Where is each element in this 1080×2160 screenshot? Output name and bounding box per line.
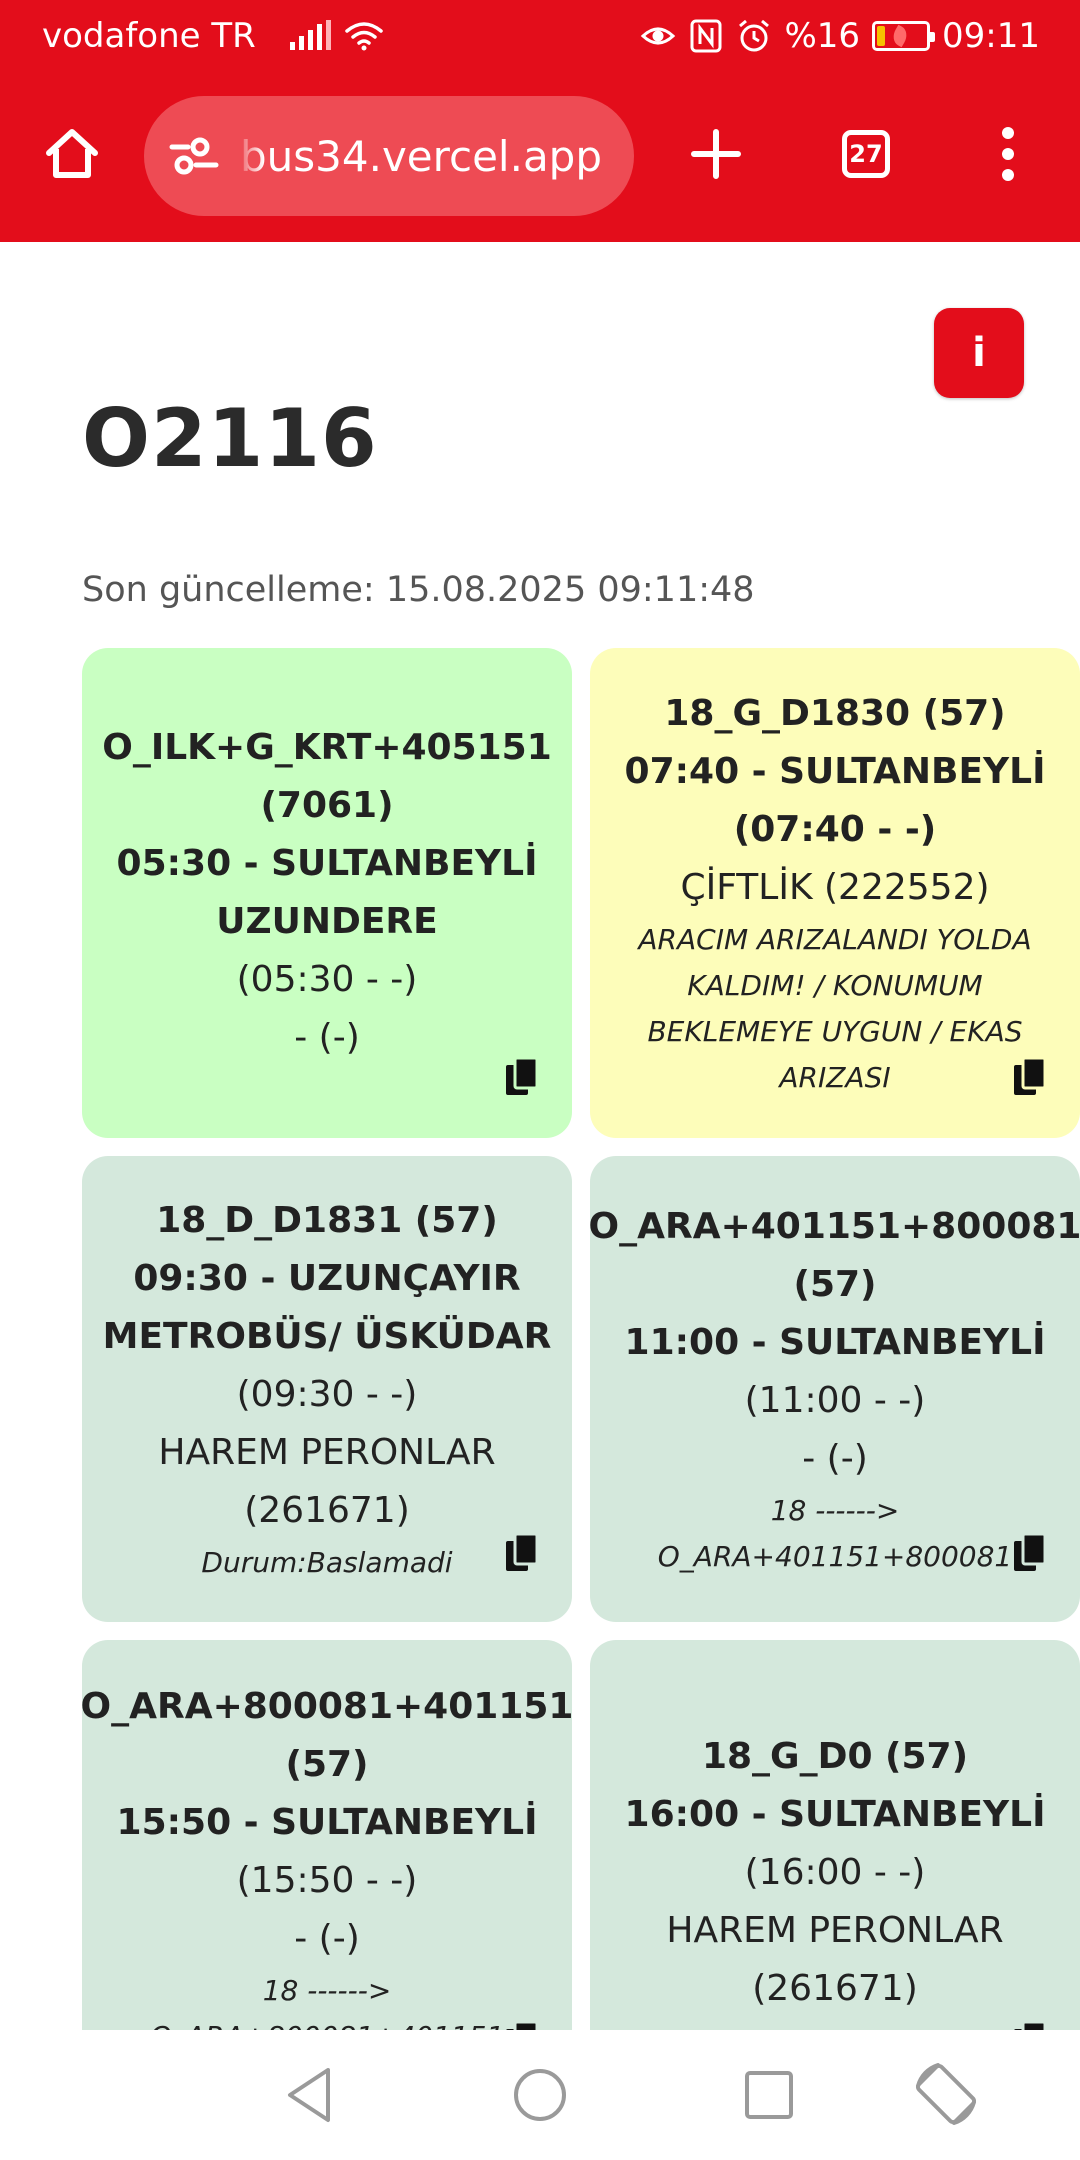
recents-icon[interactable] — [734, 2060, 804, 2130]
trip-card-title-line: (57) — [285, 1744, 369, 1785]
eye-icon — [641, 27, 676, 45]
trip-card-note: KALDIM! / KONUMUM — [687, 969, 983, 1002]
copy-icon[interactable] — [504, 1056, 540, 1098]
trip-card-title-line: 16:00 - SULTANBEYLİ — [624, 1794, 1046, 1835]
battery-icon — [872, 21, 936, 51]
trip-card-detail-line: (09:30 - -) — [236, 1374, 418, 1415]
status-right-group: %16 09:11 — [640, 16, 1040, 56]
browser-toolbar: bus34.vercel.app 27 — [0, 76, 1080, 242]
trip-card-title-line: (07:40 - -) — [733, 809, 937, 850]
home-circle-icon[interactable] — [505, 2060, 575, 2130]
trip-card-note: BEKLEMEYE UYGUN / EKAS — [647, 1015, 1023, 1048]
trip-card-note: 18 ------> — [262, 1974, 392, 2007]
trip-card-note: Durum:Baslamadi — [201, 1546, 453, 1579]
trip-card-title-line: 18_G_D1830 (57) — [664, 693, 1006, 734]
copy-icon[interactable] — [1012, 1056, 1048, 1098]
page-title: O2116 — [82, 392, 378, 485]
plus-icon — [691, 129, 741, 179]
address-bar[interactable]: bus34.vercel.app — [144, 96, 634, 216]
tabs-icon: 27 — [842, 130, 890, 178]
copy-icon[interactable] — [1012, 1532, 1048, 1574]
new-tab-button[interactable] — [676, 114, 756, 194]
home-button[interactable] — [36, 118, 108, 190]
trip-card-detail-line: - (-) — [294, 1918, 360, 1959]
navigation-bar — [0, 2030, 1080, 2160]
trip-card-title-line: UZUNDERE — [216, 901, 438, 942]
trip-card-title-line: 15:50 - SULTANBEYLİ — [116, 1802, 538, 1843]
trip-card-detail-line: (11:00 - -) — [744, 1380, 926, 1421]
trip-card-note: ARACIM ARIZALANDI YOLDA — [638, 923, 1032, 956]
trip-card-note: ARIZASI — [779, 1061, 891, 1094]
trip-card-detail-line: - (-) — [802, 1438, 868, 1479]
info-icon: i — [972, 330, 986, 376]
carrier-group: vodafone TR — [42, 16, 383, 56]
trip-card-detail-line: HAREM PERONLAR — [666, 1910, 1004, 1951]
trip-card-title-line: 09:30 - UZUNÇAYIR — [133, 1258, 521, 1299]
signal-icon — [289, 20, 331, 50]
trip-card-title-line: 05:30 - SULTANBEYLİ — [116, 843, 538, 884]
more-vert-icon[interactable] — [968, 114, 1048, 194]
trip-card-title-line: METROBÜS/ ÜSKÜDAR — [102, 1316, 552, 1357]
wifi-icon — [345, 22, 383, 51]
trip-card-detail-line: (261671) — [244, 1490, 410, 1531]
trip-card-detail-line: ÇİFTLİK (222552) — [680, 867, 990, 908]
trip-card[interactable]: O_ARA+401151+800081 (57) 11:00 - SULTANBEY… — [590, 1156, 1080, 1622]
trip-card-detail-line: (261671) — [752, 1968, 918, 2009]
trip-card-title-line: 07:40 - SULTANBEYLİ — [624, 751, 1046, 792]
trip-card-detail-line: HAREM PERONLAR — [158, 1432, 496, 1473]
url-text[interactable]: bus34.vercel.app — [236, 132, 602, 181]
back-icon[interactable] — [274, 2060, 344, 2130]
trip-card[interactable]: O_ILK+G_KRT+405151 (7061) 05:30 - SULTANBE… — [82, 648, 572, 1138]
info-button[interactable]: i — [934, 308, 1024, 398]
trip-card-detail-line: (15:50 - -) — [236, 1860, 418, 1901]
trip-card[interactable]: 18_G_D1830 (57) 07:40 - SULTANBEYLİ (07:40… — [590, 648, 1080, 1138]
trip-card-title-line: (57) — [793, 1264, 877, 1305]
trip-card-note: O_ARA+401151+800081 — [657, 1540, 1013, 1573]
trip-card-detail-line: (05:30 - -) — [236, 959, 418, 1000]
trip-card-title-line: O_ARA+800081+401151 — [82, 1686, 572, 1727]
trip-card-title-line: (7061) — [260, 785, 394, 826]
tab-count: 27 — [849, 140, 883, 168]
alarm-icon — [739, 19, 770, 52]
nfc-icon — [690, 19, 722, 53]
copy-icon[interactable] — [504, 1532, 540, 1574]
tabs-button[interactable]: 27 — [826, 114, 906, 194]
trip-card-detail-line: (16:00 - -) — [744, 1852, 926, 1893]
carrier-name: vodafone TR — [42, 16, 256, 56]
home-icon — [46, 129, 98, 178]
battery-percent: %16 — [784, 16, 861, 56]
trip-card[interactable]: 18_D_D1831 (57) 09:30 - UZUNÇAYIR METROBÜS… — [82, 1156, 572, 1622]
trip-card-title-line: O_ARA+401151+800081 — [590, 1206, 1080, 1247]
trip-card-detail-line: - (-) — [294, 1017, 360, 1058]
tune-icon[interactable] — [166, 128, 222, 184]
trip-card-title-line: 18_D_D1831 (57) — [156, 1200, 498, 1241]
trip-card-title-line: O_ILK+G_KRT+405151 — [102, 727, 552, 768]
last-update-text: Son güncelleme: 15.08.2025 09:11:48 — [82, 570, 755, 610]
trip-card-title-line: 18_G_D0 (57) — [701, 1736, 969, 1777]
clock: 09:11 — [942, 16, 1040, 56]
trip-card-title-line: 11:00 - SULTANBEYLİ — [624, 1322, 1046, 1363]
trip-card-note: 18 ------> — [770, 1494, 900, 1527]
rotate-icon[interactable] — [908, 2056, 984, 2132]
status-bar: vodafone TR %16 09:11 — [0, 0, 1080, 76]
